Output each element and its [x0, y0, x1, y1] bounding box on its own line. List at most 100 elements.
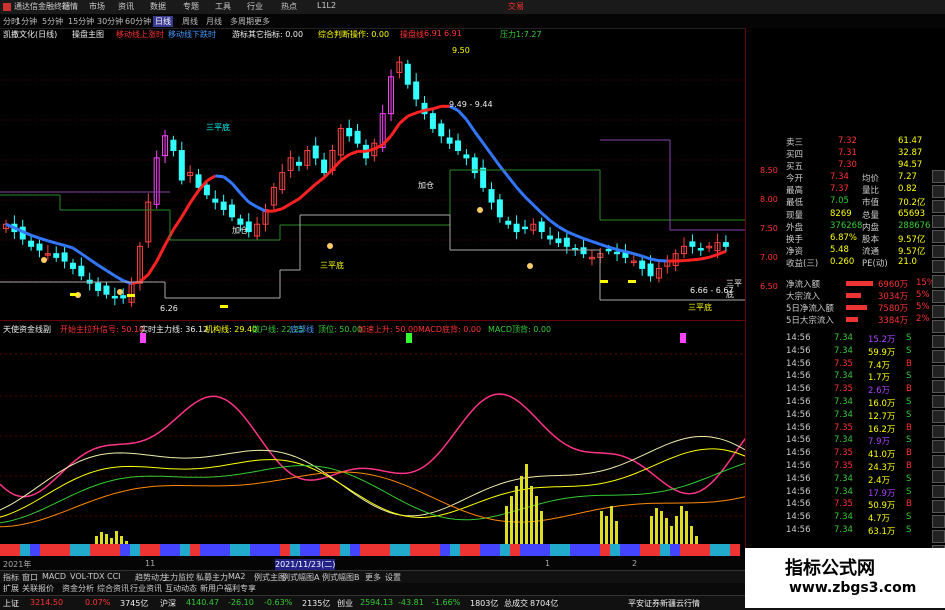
watermark-logo: 指标公式网 www.zbgs3.com	[745, 548, 945, 608]
indicator-tab[interactable]: 设置	[385, 572, 401, 583]
indicator-tab[interactable]: 更多	[365, 572, 381, 583]
side-tool-button[interactable]	[932, 350, 945, 363]
menu-item[interactable]: 行情	[62, 1, 78, 12]
menu-item[interactable]: 市场	[89, 1, 105, 12]
candle-body	[581, 248, 586, 254]
period-tab[interactable]: 60分钟	[125, 16, 151, 27]
extension-tab[interactable]: 关联报价	[22, 583, 54, 594]
indicator-tab[interactable]: 指标	[3, 572, 19, 583]
side-tool-button[interactable]	[932, 185, 945, 198]
trend-line	[148, 261, 156, 274]
indicator-tab[interactable]: 主力监控	[162, 572, 194, 583]
trend-band	[610, 544, 620, 556]
index-value: -26.10	[228, 598, 254, 607]
side-tool-button[interactable]	[932, 485, 945, 498]
side-tool-button[interactable]	[932, 395, 945, 408]
date-label: 11	[145, 559, 155, 568]
side-tool-button[interactable]	[932, 335, 945, 348]
index-value: 2135亿	[302, 598, 330, 609]
candle-body	[405, 64, 410, 84]
extension-tab[interactable]: 互动动态	[165, 583, 197, 594]
indicator-value: 操盘主图	[72, 29, 104, 40]
side-tool-button[interactable]	[932, 365, 945, 378]
side-tool-button[interactable]	[932, 275, 945, 288]
side-tool-button[interactable]	[932, 455, 945, 468]
side-tool-button[interactable]	[932, 170, 945, 183]
trade-button[interactable]: 交易	[508, 1, 524, 12]
period-tab[interactable]: 1分钟	[16, 16, 37, 27]
period-tab[interactable]: 月线	[206, 16, 222, 27]
tick-time: 14:56	[786, 435, 811, 445]
side-tool-button[interactable]	[932, 425, 945, 438]
trend-line	[709, 255, 717, 258]
side-tool-button[interactable]	[932, 320, 945, 333]
candlestick-chart[interactable]	[0, 40, 745, 320]
period-tab[interactable]: 更多	[254, 16, 270, 27]
tick-volume: 7.9万	[868, 435, 890, 447]
indicator-tab[interactable]: MA2	[228, 572, 245, 581]
trend-band	[420, 544, 430, 556]
trend-band	[430, 544, 440, 556]
menu-item[interactable]: L1L2	[317, 1, 336, 10]
menu-item[interactable]: 工具	[215, 1, 231, 12]
indicator-tab[interactable]: VOL-TDX	[70, 572, 105, 581]
side-tool-button[interactable]	[932, 215, 945, 228]
side-tool-button[interactable]	[932, 440, 945, 453]
volume-bar	[685, 511, 688, 544]
quote-panel: 卖三7.3261.47买四7.3132.87买五7.3094.578.508.0…	[745, 28, 945, 570]
trend-band	[290, 544, 300, 556]
side-tool-button[interactable]	[932, 200, 945, 213]
indicator-tab[interactable]: 例式幅图A	[282, 572, 319, 583]
side-tool-button[interactable]	[932, 305, 945, 318]
menu-item[interactable]: 数据	[150, 1, 166, 12]
candle-body	[414, 82, 419, 99]
menu-item[interactable]: 专题	[183, 1, 199, 12]
side-tool-button[interactable]	[932, 500, 945, 513]
side-tool-button[interactable]	[932, 410, 945, 423]
candle-body	[221, 202, 226, 209]
period-tab[interactable]: 5分钟	[42, 16, 63, 27]
trend-line	[299, 191, 307, 198]
stat-value: 7.27	[898, 172, 917, 182]
tick-time: 14:56	[786, 474, 811, 484]
indicator-tab[interactable]: 私募主力	[196, 572, 228, 583]
menu-item[interactable]: 资讯	[118, 1, 134, 12]
side-tool-button[interactable]	[932, 290, 945, 303]
candle-body	[615, 252, 620, 254]
trend-line	[425, 109, 433, 111]
side-tool-button[interactable]	[932, 230, 945, 243]
index-value: 平安证券新疆云行情	[628, 598, 700, 609]
extension-tab[interactable]: 综合资讯	[97, 583, 129, 594]
trend-line	[341, 155, 349, 161]
indicator-tab[interactable]: 例式幅图B	[322, 572, 360, 583]
period-tab[interactable]: 周线	[182, 16, 198, 27]
trend-band	[690, 544, 700, 556]
extension-tab[interactable]: 资金分析	[62, 583, 94, 594]
menu-item[interactable]: 行业	[247, 1, 263, 12]
trend-line	[249, 202, 257, 207]
extension-tab[interactable]: 行业资讯	[130, 583, 162, 594]
period-tab[interactable]: 30分钟	[97, 16, 123, 27]
indicator-tab[interactable]: 窗口	[22, 572, 38, 583]
indicator-tab[interactable]: MACD	[42, 572, 66, 581]
side-tool-button[interactable]	[932, 260, 945, 273]
period-tab[interactable]: 日线	[153, 16, 173, 27]
side-tool-button[interactable]	[932, 530, 945, 543]
side-tool-button[interactable]	[932, 515, 945, 528]
side-tool-button[interactable]	[932, 470, 945, 483]
indicator-tab[interactable]: CCI	[107, 572, 121, 581]
period-tab[interactable]: 多周期	[230, 16, 254, 27]
period-tab[interactable]: 15分钟	[68, 16, 94, 27]
stat-value: 9.57亿	[898, 233, 925, 245]
menu-item[interactable]: 热点	[281, 1, 297, 12]
tick-price: 7.34	[834, 410, 853, 420]
trend-band	[590, 544, 600, 556]
index-value: 2594.13	[360, 598, 393, 607]
extension-tab[interactable]: 扩展	[3, 583, 19, 594]
extension-tab[interactable]: 新用户福利专享	[200, 583, 256, 594]
oscillator-chart[interactable]	[0, 336, 745, 558]
side-tool-button[interactable]	[932, 245, 945, 258]
trend-line	[684, 260, 692, 261]
side-tool-button[interactable]	[932, 380, 945, 393]
trend-band	[500, 544, 510, 556]
